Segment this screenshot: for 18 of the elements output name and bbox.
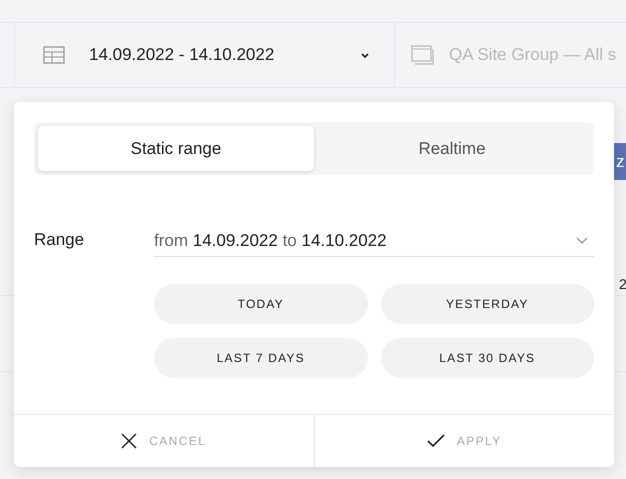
preset-button[interactable]: YESTERDAY [380,284,594,324]
checkmark-icon [426,434,445,448]
site-group-text: QA Site Group — All s [449,44,616,66]
preset-button[interactable]: LAST 30 DAYS [380,338,594,378]
tab[interactable]: Realtime [314,126,590,171]
button[interactable]: z [614,143,626,180]
chevron-down-icon [576,236,588,244]
table-cell-text: 2 [619,275,626,294]
range-dropdown[interactable]: from 14.09.2022 to 14.10.2022 [154,225,594,257]
preset-button[interactable]: TODAY [154,284,368,324]
range-label: Range [34,229,86,251]
chevron-down-icon[interactable] [360,52,370,58]
date-range-text: 14.09.2022 - 14.10.2022 [89,44,276,66]
close-icon [121,433,138,449]
tab[interactable]: Static range [38,126,314,171]
table-icon [43,46,65,64]
preset-button[interactable]: LAST 7 DAYS [154,338,368,378]
windows-icon [411,45,435,65]
